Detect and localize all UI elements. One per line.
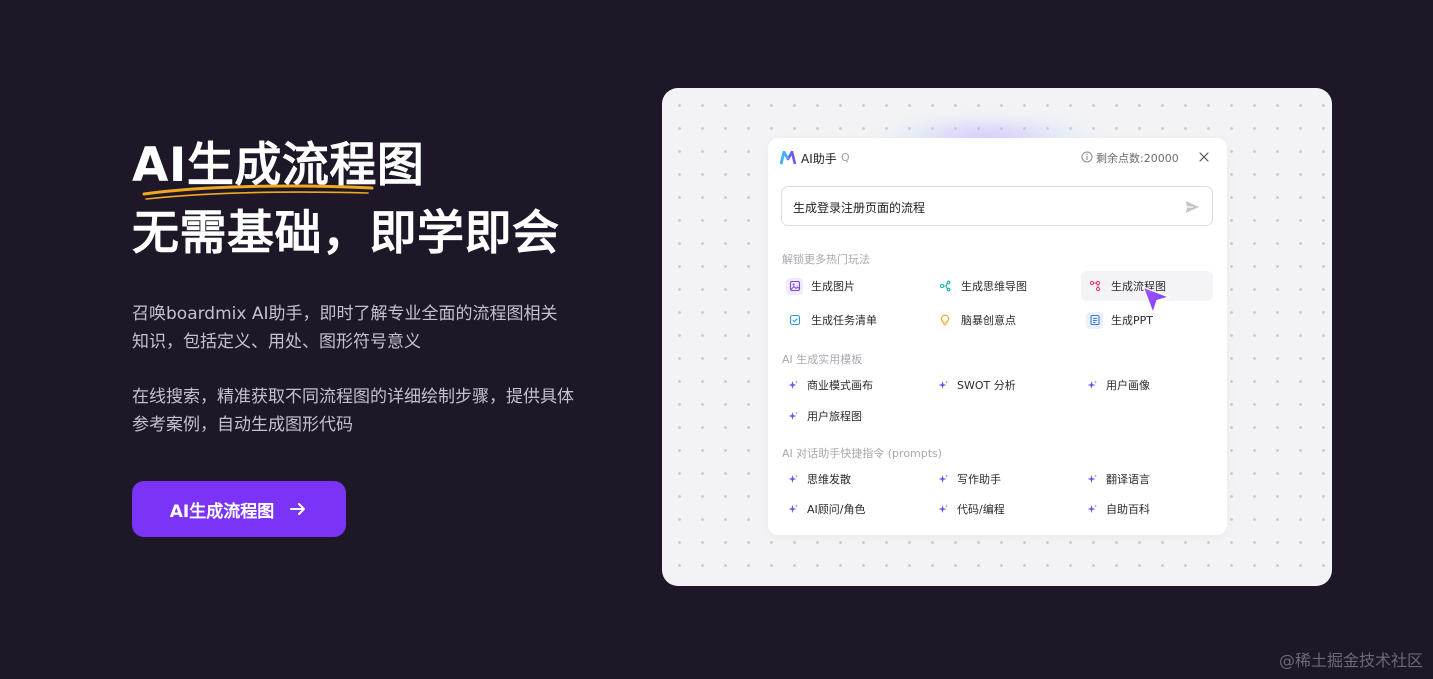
hot-item-label: 生成思维导图 xyxy=(961,280,1027,293)
hot-item-brainstorm[interactable]: 脑暴创意点 xyxy=(936,307,1066,333)
section-label-prompts: AI 对话助手快捷指令 (prompts) xyxy=(782,447,943,460)
hot-item-label: 脑暴创意点 xyxy=(961,314,1016,327)
sparkle-icon xyxy=(938,504,948,513)
prompt-item-label: 代码/编程 xyxy=(957,503,1005,516)
prompt-item-label: 自助百科 xyxy=(1106,503,1150,516)
sparkle-icon xyxy=(788,504,798,513)
hot-item-label: 生成图片 xyxy=(811,280,855,293)
prompt-input[interactable]: 生成登录注册页面的流程 xyxy=(781,186,1213,226)
prompt-item-label: 写作助手 xyxy=(957,473,1001,486)
hot-item-generate-checklist[interactable]: 生成任务清单 xyxy=(786,307,916,333)
assistant-q-label: Q xyxy=(841,151,850,164)
template-item-label: SWOT 分析 xyxy=(957,379,1016,392)
showcase-card: AI助手 Q 剩余点数:20000 生成登录注册页面的流程 解锁更多热门玩法 生… xyxy=(662,88,1332,586)
template-item[interactable]: 商业模式画布 xyxy=(788,372,918,398)
sparkle-icon xyxy=(1087,474,1097,483)
lightbulb-icon xyxy=(936,312,953,329)
mindmap-icon xyxy=(936,278,953,295)
ai-assistant-panel: AI助手 Q 剩余点数:20000 生成登录注册页面的流程 解锁更多热门玩法 生… xyxy=(768,138,1227,535)
sparkle-icon xyxy=(1087,504,1097,513)
cta-button[interactable]: AI生成流程图 xyxy=(132,481,346,537)
sparkle-icon xyxy=(788,411,798,420)
prompt-item-label: 翻译语言 xyxy=(1106,473,1150,486)
ppt-icon xyxy=(1086,311,1103,329)
checklist-icon xyxy=(786,312,803,329)
prompt-item[interactable]: 思维发散 xyxy=(788,466,918,492)
template-item-label: 商业模式画布 xyxy=(807,379,873,392)
close-icon[interactable] xyxy=(1198,151,1210,163)
hero-description-1: 召唤boardmix AI助手，即时了解专业全面的流程图相关知识，包括定义、用处… xyxy=(132,304,558,352)
assistant-title: AI助手 xyxy=(801,152,837,166)
sparkle-icon xyxy=(1087,380,1097,389)
sparkle-icon xyxy=(788,474,798,483)
prompt-input-value: 生成登录注册页面的流程 xyxy=(793,201,926,215)
prompt-item-label: AI顾问/角色 xyxy=(807,503,866,516)
prompt-item-label: 思维发散 xyxy=(807,473,851,486)
mouse-cursor-icon xyxy=(1142,286,1170,314)
prompt-item[interactable]: 写作助手 xyxy=(938,466,1068,492)
hot-item-generate-image[interactable]: 生成图片 xyxy=(786,273,916,299)
sparkle-icon xyxy=(788,380,798,389)
prompt-item[interactable]: 自助百科 xyxy=(1087,496,1217,522)
hot-item-generate-mindmap[interactable]: 生成思维导图 xyxy=(936,273,1066,299)
hero-title-line2: 无需基础，即学即会 xyxy=(132,206,560,261)
hero-section: AI生成流程图 无需基础，即学即会 召唤boardmix AI助手，即时了解专业… xyxy=(132,138,602,537)
info-icon xyxy=(1081,151,1093,163)
watermark: @稀土掘金技术社区 xyxy=(1278,651,1423,670)
template-item-label: 用户画像 xyxy=(1106,379,1150,392)
image-icon xyxy=(786,277,803,295)
template-item[interactable]: SWOT 分析 xyxy=(938,372,1068,398)
section-label-hot: 解锁更多热门玩法 xyxy=(782,253,870,266)
cta-label: AI生成流程图 xyxy=(169,501,275,522)
template-item-label: 用户旅程图 xyxy=(807,410,862,423)
template-item[interactable]: 用户画像 xyxy=(1087,372,1217,398)
boardmix-logo-icon xyxy=(780,151,796,165)
flowchart-icon xyxy=(1086,278,1103,295)
title-underline-decoration xyxy=(142,184,374,200)
hero-description-2: 在线搜索，精准获取不同流程图的详细绘制步骤，提供具体参考案例，自动生成图形代码 xyxy=(132,387,574,435)
prompt-item[interactable]: 代码/编程 xyxy=(938,496,1068,522)
points-remaining: 剩余点数:20000 xyxy=(1096,152,1179,165)
hot-item-label: 生成任务清单 xyxy=(811,314,877,327)
prompt-item[interactable]: 翻译语言 xyxy=(1087,466,1217,492)
sparkle-icon xyxy=(938,380,948,389)
hero-title-line1: AI生成流程图 xyxy=(132,138,424,200)
sparkle-icon xyxy=(938,474,948,483)
template-item[interactable]: 用户旅程图 xyxy=(788,403,918,429)
arrow-right-icon xyxy=(290,503,306,515)
prompt-item[interactable]: AI顾问/角色 xyxy=(788,496,918,522)
panel-header: AI助手 Q 剩余点数:20000 xyxy=(768,138,1227,180)
section-label-templates: AI 生成实用模板 xyxy=(782,353,863,366)
send-icon[interactable] xyxy=(1184,199,1200,215)
